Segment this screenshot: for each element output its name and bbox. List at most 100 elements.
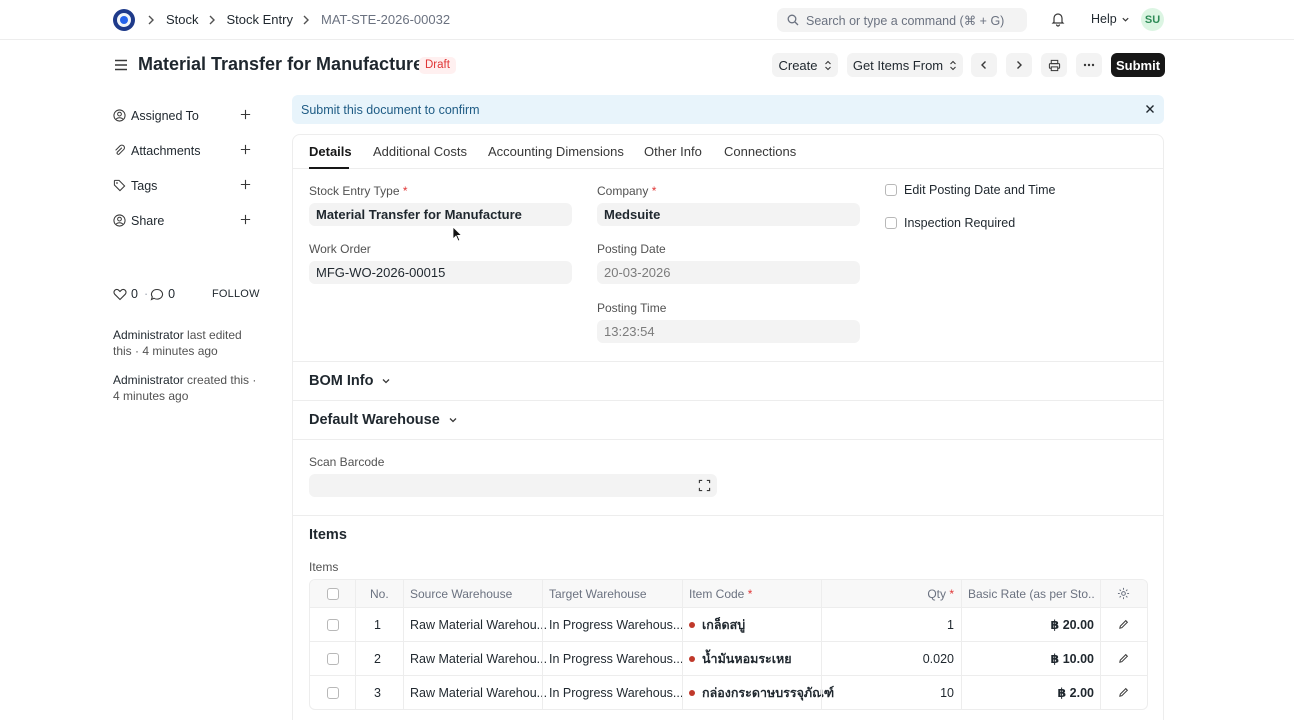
- col-target-warehouse: Target Warehouse: [549, 586, 647, 601]
- add-attachment-icon[interactable]: [239, 143, 253, 157]
- row-no: 3: [374, 685, 381, 700]
- tab-accounting-dimensions[interactable]: Accounting Dimensions: [488, 144, 624, 159]
- inspection-required-checkbox[interactable]: Inspection Required: [885, 216, 1015, 230]
- previous-doc-button[interactable]: [971, 53, 997, 77]
- chevron-down-icon: [382, 379, 390, 384]
- sidebar-item-tags[interactable]: Tags: [113, 177, 253, 195]
- row-qty[interactable]: 10: [828, 676, 954, 709]
- select-arrows-icon: [950, 60, 957, 70]
- label-text: Stock Entry Type: [309, 184, 400, 198]
- add-assignee-icon[interactable]: [239, 108, 253, 122]
- col-no: No.: [370, 586, 389, 601]
- default-warehouse-section-toggle[interactable]: Default Warehouse: [309, 412, 458, 428]
- sidebar-item-label: Attachments: [131, 144, 201, 158]
- posting-time-field[interactable]: 13:23:54: [597, 320, 860, 343]
- activity-user[interactable]: Administrator: [113, 373, 184, 387]
- alert-text: Submit this document to confirm: [301, 102, 480, 117]
- checkbox-box[interactable]: [885, 184, 897, 196]
- scan-barcode-input[interactable]: [309, 474, 717, 497]
- work-order-label: Work Order: [309, 242, 371, 256]
- tab-other-info[interactable]: Other Info: [644, 144, 702, 159]
- checkbox-box[interactable]: [885, 217, 897, 229]
- table-row[interactable]: 3 Raw Material Warehou... In Progress Wa…: [310, 675, 1147, 709]
- notification-bell-icon[interactable]: [1050, 11, 1068, 29]
- row-source-warehouse[interactable]: Raw Material Warehou...: [410, 608, 547, 641]
- get-items-from-button[interactable]: Get Items From: [847, 53, 963, 77]
- edit-row-icon[interactable]: [1118, 608, 1129, 641]
- row-qty[interactable]: 0.020: [828, 642, 954, 675]
- likes-count: 0: [131, 287, 138, 301]
- column-settings-icon[interactable]: [1117, 580, 1130, 607]
- row-source-warehouse[interactable]: Raw Material Warehou...: [410, 642, 547, 675]
- create-button[interactable]: Create: [772, 53, 838, 77]
- row-item-code[interactable]: น้ำมันหอมระเหย: [689, 642, 792, 675]
- chevron-right-icon: [146, 13, 160, 27]
- breadcrumb-stock-entry[interactable]: Stock Entry: [227, 12, 293, 27]
- submit-button[interactable]: Submit: [1111, 53, 1165, 77]
- tab-details[interactable]: Details: [309, 144, 352, 159]
- breadcrumb-document[interactable]: MAT-STE-2026-00032: [321, 12, 450, 27]
- bom-info-section-toggle[interactable]: BOM Info: [309, 373, 391, 389]
- sidebar-item-share[interactable]: Share: [113, 212, 253, 230]
- next-doc-button[interactable]: [1006, 53, 1032, 77]
- app-logo-icon[interactable]: [112, 8, 136, 32]
- avatar[interactable]: SU: [1141, 8, 1164, 31]
- edit-row-icon[interactable]: [1118, 642, 1129, 675]
- row-checkbox[interactable]: [327, 642, 339, 675]
- row-basic-rate[interactable]: ฿ 10.00: [968, 642, 1094, 675]
- add-tag-icon[interactable]: [239, 178, 253, 192]
- table-row[interactable]: 1 Raw Material Warehou... In Progress Wa…: [310, 607, 1147, 641]
- row-item-code[interactable]: กล่องกระดาษบรรจุภัณฑ์: [689, 676, 834, 709]
- posting-date-field[interactable]: 20-03-2026: [597, 261, 860, 284]
- row-basic-rate[interactable]: ฿ 2.00: [968, 676, 1095, 709]
- search-input[interactable]: Search or type a command (⌘ + G): [777, 8, 1027, 32]
- tab-connections[interactable]: Connections: [724, 144, 796, 159]
- comment-icon[interactable]: [150, 288, 164, 301]
- select-all-checkbox[interactable]: [327, 580, 339, 607]
- edit-row-icon[interactable]: [1118, 676, 1129, 709]
- company-field[interactable]: Medsuite: [597, 203, 860, 226]
- row-target-warehouse[interactable]: In Progress Warehous...: [549, 608, 683, 641]
- barcode-scan-icon[interactable]: [698, 479, 711, 492]
- print-button[interactable]: [1041, 53, 1067, 77]
- comments-count: 0: [168, 287, 176, 301]
- close-icon[interactable]: [1144, 103, 1156, 115]
- row-target-warehouse[interactable]: In Progress Warehous...: [549, 676, 683, 709]
- active-tab-indicator: [309, 167, 349, 169]
- row-basic-rate[interactable]: ฿ 20.00: [968, 608, 1094, 641]
- row-item-code[interactable]: เกล็ดสบู่: [689, 608, 745, 641]
- stock-entry-type-field[interactable]: Material Transfer for Manufacture: [309, 203, 572, 226]
- row-checkbox[interactable]: [327, 608, 339, 641]
- edit-posting-date-checkbox[interactable]: Edit Posting Date and Time: [885, 183, 1055, 197]
- scan-barcode-label: Scan Barcode: [309, 455, 385, 469]
- chevron-down-icon: [1122, 17, 1129, 22]
- breadcrumb-stock[interactable]: Stock: [166, 12, 199, 27]
- help-dropdown[interactable]: Help: [1091, 12, 1130, 26]
- tab-additional-costs[interactable]: Additional Costs: [373, 144, 467, 159]
- sidebar-toggle-icon[interactable]: [113, 57, 129, 73]
- follow-button[interactable]: FOLLOW: [212, 288, 260, 300]
- more-actions-button[interactable]: [1076, 53, 1102, 77]
- table-header: No. Source Warehouse Target Warehouse It…: [310, 580, 1147, 607]
- printer-icon: [1048, 59, 1060, 71]
- activity-user[interactable]: Administrator: [113, 328, 184, 342]
- item-name: กล่องกระดาษบรรจุภัณฑ์: [702, 685, 835, 700]
- likes-comments: 0 · 0: [113, 287, 179, 301]
- checkbox-label: Edit Posting Date and Time: [904, 183, 1056, 197]
- section-title: Default Warehouse: [309, 412, 440, 428]
- sidebar-item-label: Assigned To: [131, 109, 199, 123]
- work-order-field[interactable]: MFG-WO-2026-00015: [309, 261, 572, 284]
- sidebar-item-attachments[interactable]: Attachments: [113, 142, 253, 160]
- heart-icon[interactable]: [113, 288, 127, 301]
- required-mark: *: [747, 586, 753, 601]
- row-qty[interactable]: 1: [828, 608, 954, 641]
- item-name: เกล็ดสบู่: [702, 617, 746, 632]
- row-target-warehouse[interactable]: In Progress Warehous...: [549, 642, 683, 675]
- add-share-icon[interactable]: [239, 213, 253, 227]
- row-source-warehouse[interactable]: Raw Material Warehou...: [410, 676, 547, 709]
- section-divider: [293, 439, 1163, 440]
- table-row[interactable]: 2 Raw Material Warehou... In Progress Wa…: [310, 641, 1147, 675]
- sidebar-item-assigned-to[interactable]: Assigned To: [113, 107, 253, 125]
- row-checkbox[interactable]: [327, 676, 339, 709]
- col-item-code: Item Code *: [689, 580, 752, 607]
